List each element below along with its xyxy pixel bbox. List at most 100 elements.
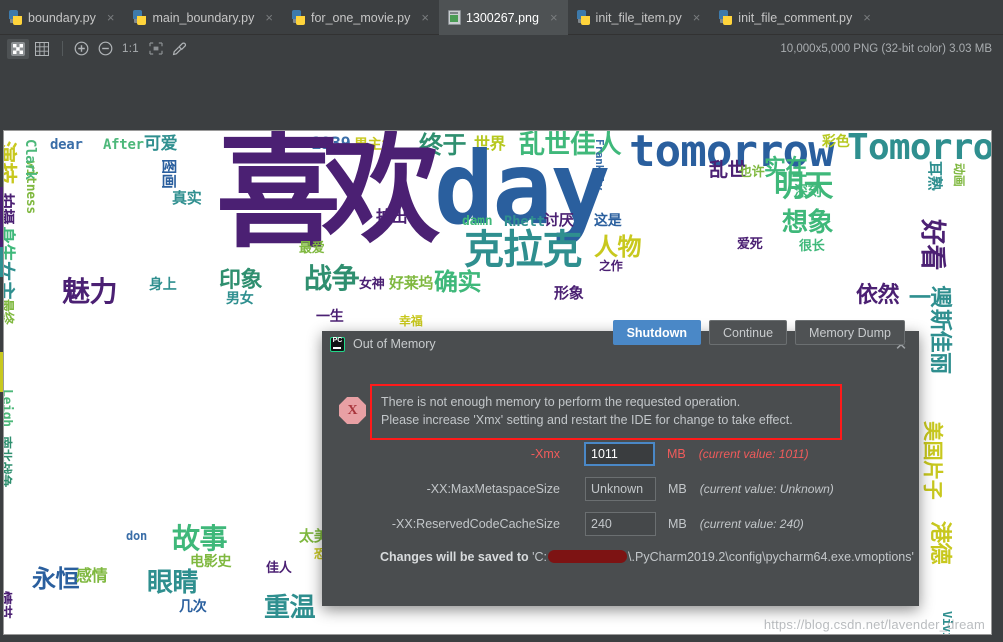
wordcloud-word: 欢 bbox=[322, 134, 438, 246]
wordcloud-word: 佳人 bbox=[266, 563, 291, 575]
wordcloud-word: 喜 bbox=[216, 134, 339, 253]
dialog-title: Out of Memory bbox=[353, 337, 436, 351]
editor-tab-main-boundary-py[interactable]: main_boundary.py× bbox=[124, 0, 283, 35]
wordcloud-word: 也许 bbox=[739, 167, 764, 179]
wordcloud-word: 拍出 bbox=[376, 209, 407, 224]
error-icon: X bbox=[339, 397, 366, 424]
wordcloud-word: 好莱坞 bbox=[389, 276, 433, 290]
xmx-input[interactable] bbox=[584, 442, 655, 466]
memory-dump-button[interactable]: Memory Dump bbox=[795, 320, 905, 345]
python-file-icon bbox=[292, 10, 306, 25]
wordcloud-word: 身生 bbox=[4, 226, 14, 261]
wordcloud-word: 很长 bbox=[799, 241, 824, 253]
metaspace-unit: MB bbox=[668, 482, 687, 496]
wordcloud-word: 这是 bbox=[594, 215, 621, 228]
pane-left-edge bbox=[0, 62, 3, 642]
wordcloud-word: Leigh bbox=[4, 389, 12, 427]
editor-tab-for-one-movie-py[interactable]: for_one_movie.py× bbox=[283, 0, 439, 35]
wordcloud-word: 依然 bbox=[856, 286, 899, 307]
editor-tab-label: init_file_comment.py bbox=[738, 11, 852, 25]
wordcloud-word: Tomorrow bbox=[847, 131, 991, 165]
pycharm-icon bbox=[330, 337, 345, 352]
wordcloud-word: 讨厌 bbox=[544, 213, 573, 227]
error-message-box: There is not enough memory to perform th… bbox=[370, 384, 842, 440]
pycharm-window: boundary.py×main_boundary.py×for_one_mov… bbox=[0, 0, 1003, 642]
out-of-memory-dialog: Out of Memory ✕ X There is not enough me… bbox=[322, 331, 919, 606]
metaspace-field-row: -XX:MaxMetaspaceSize MB (current value: … bbox=[322, 477, 919, 501]
python-file-icon bbox=[577, 10, 591, 25]
editor-tab-init-file-comment-py[interactable]: init_file_comment.py × bbox=[710, 0, 881, 35]
zoom-in-button[interactable] bbox=[70, 39, 92, 59]
wordcloud-word: 身上 bbox=[149, 279, 176, 292]
editor-tab-boundary-py[interactable]: boundary.py × bbox=[0, 0, 124, 35]
editor-tab-label: boundary.py bbox=[28, 11, 96, 25]
wordcloud-word: 印象 bbox=[219, 271, 262, 292]
wordcloud-word: don bbox=[126, 531, 147, 542]
wordcloud-word: 最爱 bbox=[299, 243, 324, 255]
grid-icon-button[interactable] bbox=[31, 39, 53, 59]
wordcloud-word: 幸福 bbox=[399, 316, 423, 327]
wordcloud-word: 女主 bbox=[4, 261, 14, 300]
close-icon[interactable]: × bbox=[548, 11, 560, 24]
wordcloud-word: 魅力 bbox=[62, 279, 117, 306]
actual-size-button[interactable]: 1:1 bbox=[118, 43, 143, 55]
wordcloud-word: 人物 bbox=[594, 236, 641, 259]
editor-tab-label: 1300267.png bbox=[466, 11, 539, 25]
wordcloud-word: 形象 bbox=[554, 286, 583, 300]
editor-tab-1300267-png[interactable]: 1300267.png × bbox=[439, 0, 568, 35]
wordcloud-word: 最终 bbox=[4, 299, 12, 324]
metaspace-input[interactable] bbox=[585, 477, 656, 501]
save-note-prefix: 'C: bbox=[532, 550, 547, 564]
codecache-label: -XX:ReservedCodeCacheSize bbox=[322, 517, 560, 531]
wordcloud-word: 爱死 bbox=[737, 239, 762, 251]
chessboard-icon bbox=[11, 42, 25, 56]
wordcloud-word: 感情 bbox=[76, 568, 107, 583]
chessboard-icon-button[interactable] bbox=[7, 39, 29, 59]
wordcloud-word: 眼睛 bbox=[147, 571, 198, 596]
wordcloud-word: 一遍 bbox=[909, 289, 952, 310]
wordcloud-word: 真实 bbox=[172, 191, 201, 205]
metaspace-label: -XX:MaxMetaspaceSize bbox=[322, 482, 560, 496]
wordcloud-word: 耳熟 bbox=[928, 161, 942, 190]
fit-to-window-button[interactable] bbox=[145, 39, 167, 59]
color-picker-button[interactable] bbox=[169, 39, 191, 59]
dialog-button-row: Shutdown Continue Memory Dump bbox=[613, 320, 905, 345]
close-icon[interactable]: × bbox=[263, 11, 275, 24]
python-file-icon bbox=[719, 10, 733, 25]
python-file-icon bbox=[9, 10, 23, 25]
wordcloud-word: 美国片子 bbox=[923, 421, 942, 499]
wordcloud-word: 克拉克 bbox=[464, 231, 582, 269]
close-icon[interactable]: × bbox=[861, 11, 873, 24]
plus-circle-icon bbox=[74, 41, 89, 56]
wordcloud-word: 斯佳丽 bbox=[928, 309, 949, 374]
redaction-mark bbox=[548, 550, 627, 563]
wordcloud-word: 永恒 bbox=[32, 568, 79, 591]
image-viewer-toolbar: 1:1 10,000x5,000 PNG (32-bit color) 3.03… bbox=[0, 35, 1003, 62]
wordcloud-word: 情节 bbox=[4, 591, 10, 618]
eyedropper-icon bbox=[172, 41, 187, 56]
save-note-bold: Changes will be saved to bbox=[380, 550, 529, 564]
xmx-current-value: (current value: 1011) bbox=[699, 447, 809, 461]
wordcloud-word: 想象 bbox=[782, 211, 833, 236]
grid-icon bbox=[35, 42, 49, 56]
editor-tab-init-file-item-py[interactable]: init_file_item.py× bbox=[568, 0, 711, 35]
wordcloud-word: 彩色 bbox=[822, 136, 849, 149]
codecache-current-value: (current value: 240) bbox=[700, 517, 804, 531]
wordcloud-word: 动画 bbox=[953, 163, 964, 187]
image-info-label: 10,000x5,000 PNG (32-bit color) 3.03 MB bbox=[780, 35, 992, 62]
image-file-icon bbox=[448, 10, 461, 25]
toolbar-divider bbox=[62, 41, 63, 56]
wordcloud-word: 重温 bbox=[264, 596, 315, 621]
codecache-unit: MB bbox=[668, 517, 687, 531]
minus-circle-icon bbox=[98, 41, 113, 56]
wordcloud-word: 故事 bbox=[172, 526, 227, 553]
codecache-input[interactable] bbox=[585, 512, 656, 536]
continue-button[interactable]: Continue bbox=[709, 320, 787, 345]
zoom-out-button[interactable] bbox=[94, 39, 116, 59]
watermark-text: https://blog.csdn.net/lavender_dream bbox=[764, 617, 985, 632]
close-icon[interactable]: × bbox=[419, 11, 431, 24]
close-icon[interactable]: × bbox=[105, 11, 117, 24]
save-location-note: Changes will be saved to 'C:\.PyCharm201… bbox=[380, 550, 914, 564]
close-icon[interactable]: × bbox=[691, 11, 703, 24]
shutdown-button[interactable]: Shutdown bbox=[613, 320, 701, 345]
